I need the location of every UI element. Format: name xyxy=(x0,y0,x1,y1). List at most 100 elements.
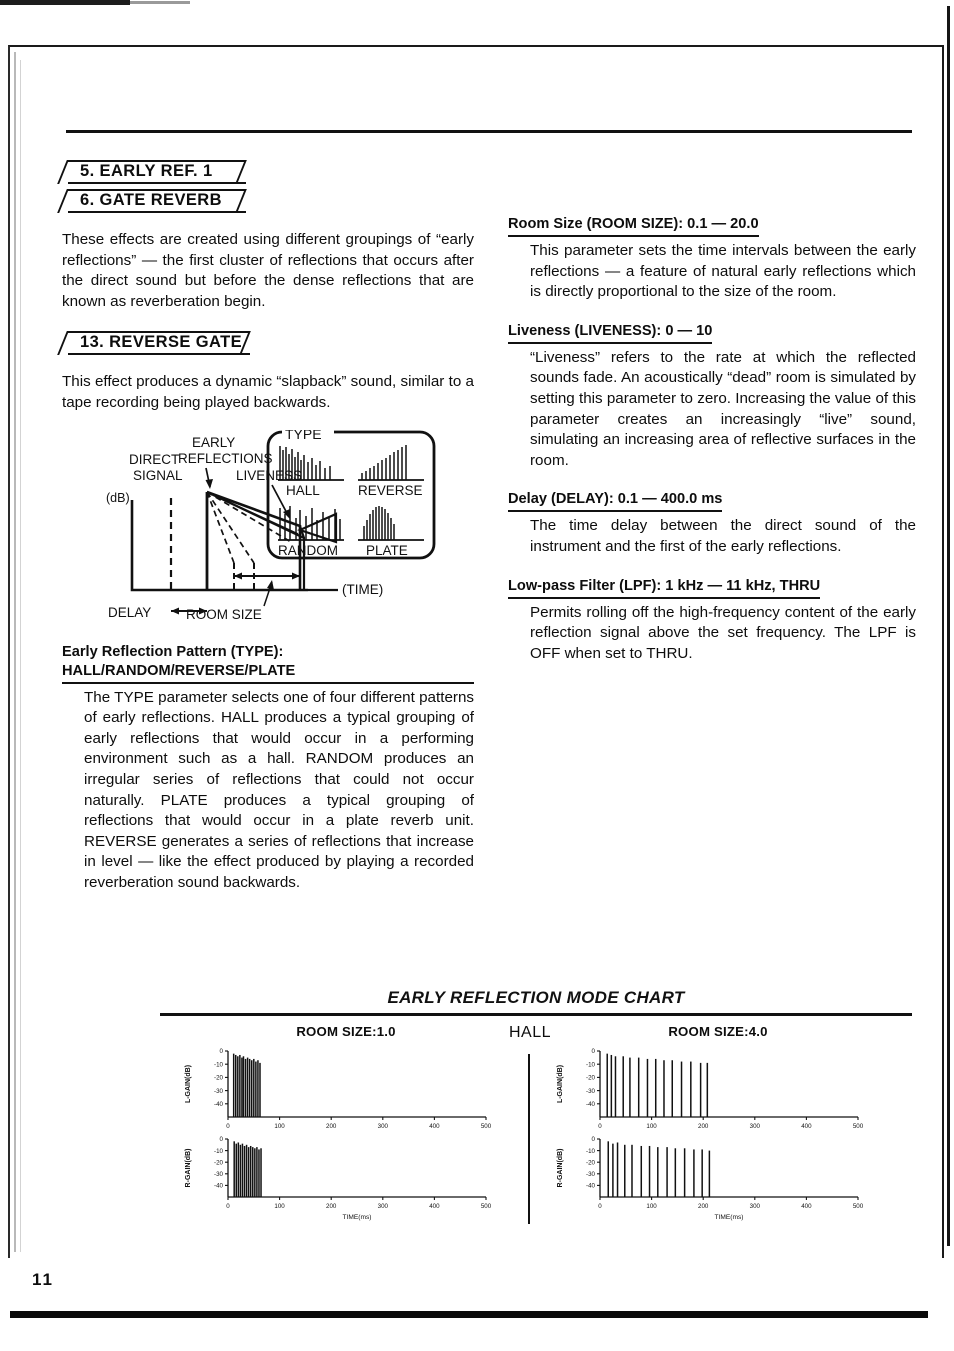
chart-group-label-right: ROOM SIZE:4.0 xyxy=(668,1024,768,1039)
svg-text:R-GAIN(dB): R-GAIN(dB) xyxy=(557,1149,564,1188)
section-banner-gate-reverb: 6. GATE REVERB xyxy=(57,189,474,213)
svg-text:500: 500 xyxy=(853,1203,864,1210)
plot-right-l-gain: 0 100 200 300 400 500 0 -10 -20 -30 -40 L-GAIN(dB) xyxy=(548,1045,888,1133)
early-reflection-diagram: (dB) (TIME) DIRECT SIGNAL EARLY REFLECTI… xyxy=(86,429,466,635)
param-body-lpf: Permits rolling off the high-frequency c… xyxy=(530,603,916,662)
reverse-gate-paragraph: This effect produces a dynamic “slapback… xyxy=(62,373,474,411)
banner-label: 5. EARLY REF. 1 xyxy=(80,162,213,180)
diagram-type-box-label: TYPE xyxy=(285,430,322,442)
svg-text:200: 200 xyxy=(326,1203,337,1210)
svg-text:200: 200 xyxy=(326,1123,337,1130)
svg-text:-20: -20 xyxy=(586,1159,596,1166)
svg-text:-40: -40 xyxy=(214,1101,224,1108)
diagram-early-reflections-label-line1: EARLY xyxy=(192,435,235,450)
banner-label: 6. GATE REVERB xyxy=(80,191,222,209)
type-param-block: Early Reflection Pattern (TYPE): HALL/RA… xyxy=(62,643,474,894)
chart-group-room-size-4: ROOM SIZE:4.0 0 100 200 300 400 500 0 -10 -20 -30… xyxy=(548,1024,888,1221)
svg-text:L-GAIN(dB): L-GAIN(dB) xyxy=(185,1065,192,1103)
svg-text:L-GAIN(dB): L-GAIN(dB) xyxy=(557,1065,564,1103)
svg-text:500: 500 xyxy=(853,1123,864,1130)
chart-group-label-left: ROOM SIZE:1.0 xyxy=(296,1024,396,1039)
type-pattern-label-random: RANDOM xyxy=(278,543,338,558)
param-heading-lpf: Low-pass Filter (LPF): 1 kHz — 11 kHz, T… xyxy=(508,577,821,599)
svg-text:400: 400 xyxy=(801,1203,812,1210)
scan-edge-artifact-secondary xyxy=(20,60,21,1252)
svg-text:-20: -20 xyxy=(214,1075,224,1082)
svg-text:-30: -30 xyxy=(214,1171,224,1178)
early-reflection-mode-chart-section: EARLY REFLECTION MODE CHART HALL ROOM SI… xyxy=(160,988,912,1236)
early-reflection-diagram-svg: (dB) (TIME) DIRECT SIGNAL EARLY REFLECTI… xyxy=(106,429,436,622)
svg-text:500: 500 xyxy=(481,1123,492,1130)
svg-text:300: 300 xyxy=(378,1123,389,1130)
svg-text:100: 100 xyxy=(274,1123,285,1130)
right-column: Room Size (ROOM SIZE): 0.1 — 20.0 This p… xyxy=(508,160,916,664)
diagram-room-size-label: ROOM SIZE xyxy=(186,607,262,622)
chart-vertical-divider xyxy=(528,1054,530,1224)
svg-text:400: 400 xyxy=(429,1123,440,1130)
type-param-heading-line1: Early Reflection Pattern (TYPE): xyxy=(62,643,284,660)
type-pattern-label-plate: PLATE xyxy=(366,543,408,558)
svg-text:-30: -30 xyxy=(586,1088,596,1095)
svg-text:100: 100 xyxy=(274,1203,285,1210)
plot-left-r-gain: 0 100 200 300 400 500 0 -10 -20 -30 -40 R-GAIN(dB) T… xyxy=(176,1133,516,1221)
svg-text:400: 400 xyxy=(429,1203,440,1210)
svg-text:-10: -10 xyxy=(214,1148,224,1155)
param-heading-room-size: Room Size (ROOM SIZE): 0.1 — 20.0 xyxy=(508,215,759,237)
svg-text:0: 0 xyxy=(220,1136,224,1143)
plot-left-l-gain: 0 100 200 300 400 500 0 -10 -20 -30 -40 L-GAIN(dB) xyxy=(176,1045,516,1133)
diagram-x-axis-label: (TIME) xyxy=(342,582,383,597)
plot-right-r-gain: 0 100 200 300 400 500 0 -10 -20 -30 -40 R-GAIN(dB) T… xyxy=(548,1133,888,1221)
svg-text:0: 0 xyxy=(592,1048,596,1055)
type-pattern-plate-bars xyxy=(363,505,395,540)
svg-text:R-GAIN(dB): R-GAIN(dB) xyxy=(185,1149,192,1188)
scan-top-smudge-light xyxy=(130,1,190,4)
svg-text:400: 400 xyxy=(801,1123,812,1130)
diagram-y-axis-label: (dB) xyxy=(106,491,130,505)
svg-text:-10: -10 xyxy=(586,1061,596,1068)
diagram-direct-signal-label-line2: SIGNAL xyxy=(133,468,183,483)
type-param-heading-line2: HALL/RANDOM/REVERSE/PLATE xyxy=(62,662,474,684)
svg-text:-10: -10 xyxy=(214,1061,224,1068)
param-body-delay: The time delay between the direct sound … xyxy=(530,517,916,555)
param-block-lpf: Low-pass Filter (LPF): 1 kHz — 11 kHz, T… xyxy=(508,577,916,665)
svg-text:300: 300 xyxy=(750,1123,761,1130)
svg-text:-30: -30 xyxy=(214,1088,224,1095)
chart-body: HALL ROOM SIZE:1.0 0 100 200 300 400 500 0 -10-… xyxy=(160,1024,912,1236)
scan-right-edge xyxy=(947,6,950,1246)
svg-text:TIME(ms): TIME(ms) xyxy=(715,1214,744,1221)
header-rule xyxy=(66,130,912,133)
param-body-liveness: “Liveness” refers to the rate at which t… xyxy=(530,348,916,469)
svg-text:-40: -40 xyxy=(586,1183,596,1190)
left-column: 5. EARLY REF. 1 6. GATE REVERB These eff… xyxy=(57,160,474,894)
svg-text:200: 200 xyxy=(698,1123,709,1130)
svg-text:-20: -20 xyxy=(214,1159,224,1166)
svg-text:-10: -10 xyxy=(586,1148,596,1155)
svg-text:-30: -30 xyxy=(586,1171,596,1178)
section-banner-early-ref-1: 5. EARLY REF. 1 xyxy=(57,160,474,184)
svg-text:300: 300 xyxy=(378,1203,389,1210)
svg-text:0: 0 xyxy=(226,1203,230,1210)
param-block-room-size: Room Size (ROOM SIZE): 0.1 — 20.0 This p… xyxy=(508,215,916,303)
type-pattern-reverse-bars xyxy=(361,444,407,480)
param-body-room-size: This parameter sets the time intervals b… xyxy=(530,242,916,301)
scan-top-smudge xyxy=(0,0,130,5)
svg-text:200: 200 xyxy=(698,1203,709,1210)
param-heading-delay: Delay (DELAY): 0.1 — 400.0 ms xyxy=(508,490,723,513)
intro-paragraph: These effects are created using differen… xyxy=(62,231,474,310)
svg-text:-20: -20 xyxy=(586,1075,596,1082)
banner-label: 13. REVERSE GATE xyxy=(80,333,242,352)
diagram-delay-label: DELAY xyxy=(108,605,151,620)
svg-text:0: 0 xyxy=(598,1203,602,1210)
type-pattern-label-hall: HALL xyxy=(286,483,320,498)
param-block-delay: Delay (DELAY): 0.1 — 400.0 ms The time d… xyxy=(508,490,916,557)
chart-title-rule xyxy=(160,1013,912,1016)
page-number: 11 xyxy=(32,1270,54,1289)
type-param-body: The TYPE parameter selects one of four d… xyxy=(84,688,474,891)
svg-text:0: 0 xyxy=(598,1123,602,1130)
diagram-early-reflections-label-line2: REFLECTIONS xyxy=(178,451,273,466)
type-pattern-label-reverse: REVERSE xyxy=(358,483,423,498)
svg-text:0: 0 xyxy=(592,1136,596,1143)
